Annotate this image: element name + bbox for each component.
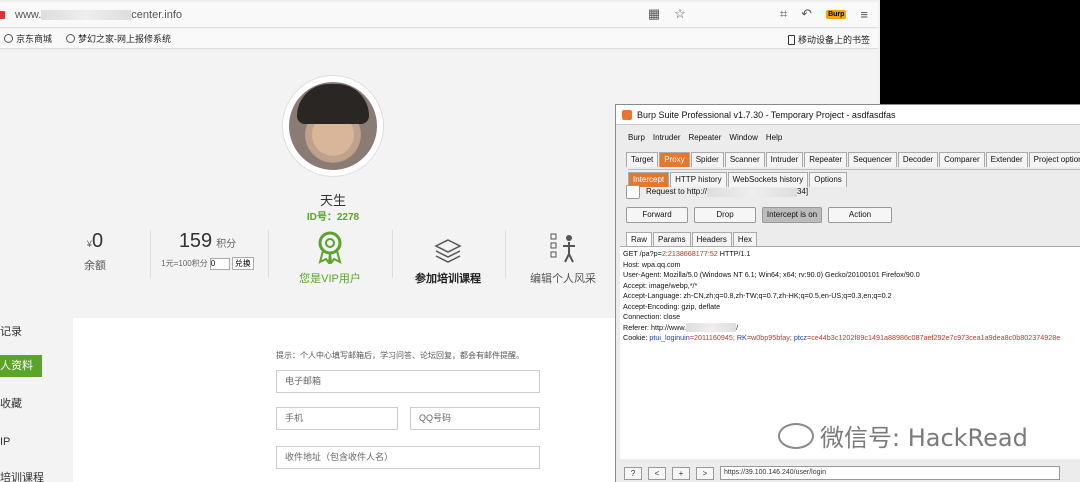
menu-icon[interactable]: ≡ [860,7,868,22]
user-id: ID号：2278 [306,212,360,223]
prev-button[interactable]: < [648,466,666,480]
menu-help[interactable]: Help [766,133,782,142]
email-field[interactable]: 电子邮箱 [276,370,540,393]
tab-extender[interactable]: Extender [985,152,1028,167]
next-button[interactable]: > [696,466,714,480]
help-button[interactable]: ? [624,466,642,480]
back-arrow-icon[interactable]: ↶ [801,6,812,22]
drop-button[interactable]: Drop [694,207,756,223]
message-view-tabs: Raw Params Headers Hex [626,229,758,247]
intercept-toggle-button[interactable]: Intercept is on [762,207,822,223]
bookmark-repair[interactable]: 梦幻之家-网上报修系统 [66,32,171,45]
address-bar[interactable]: www. center.info ▦ ☆ ⌗ ↶ Burp ≡ [0,2,878,28]
exchange-button[interactable]: 兑换 [231,257,254,270]
menu-window[interactable]: Window [729,133,757,142]
sidebar: 记录 人资料 收藏 IP 培训课程 [0,315,72,482]
tab-project-options[interactable]: Project options [1028,152,1080,167]
search-bar: ? < + > https://39.100.146.240/user/logi… [624,466,1060,480]
address-field[interactable]: 收件地址（包含收件人名） [276,446,540,469]
tab-target[interactable]: Target [626,152,659,167]
tab-intruder[interactable]: Intruder [765,152,804,167]
tab-sequencer[interactable]: Sequencer [848,152,897,167]
favicon-icon [0,10,5,19]
phone-field[interactable]: 手机 [276,407,398,430]
mobile-bookmarks[interactable]: 移动设备上的书签 [787,33,870,46]
sidebar-item-training[interactable]: 培训课程 [0,467,72,482]
search-input[interactable]: https://39.100.146.240/user/login [720,466,1060,480]
burp-logo-icon [622,109,632,120]
tab-raw[interactable]: Raw [626,232,653,247]
vip-badge[interactable]: 您是VIP用户 [275,230,385,286]
qq-field[interactable]: QQ号码 [410,407,540,430]
watermark: 微信号: HackRead [778,418,1028,453]
edit-style-link[interactable]: 编辑个人风采 [508,230,618,286]
tab-hex[interactable]: Hex [732,232,758,247]
points-input[interactable] [209,257,230,270]
checklist-person-icon [508,230,618,264]
action-button[interactable]: Action [828,207,892,223]
burp-menu-bar: Burp Intruder Repeater Window Help [616,129,1080,145]
burp-title-bar: Burp Suite Professional v1.7.30 - Tempor… [616,105,1080,125]
menu-repeater[interactable]: Repeater [688,133,721,142]
points-stat: 159积分 1元=100积分兑换 [155,230,260,270]
edit-pencil-icon[interactable] [626,185,640,199]
balance-stat: ¥0 余额 [84,230,106,272]
qr-code-icon[interactable]: ▦ [648,6,660,22]
sidebar-item-records[interactable]: 记录 [0,321,72,343]
tab-comparer[interactable]: Comparer [939,152,985,167]
vip-medal-icon [275,230,385,264]
training-link[interactable]: 参加培训课程 [393,230,503,286]
tab-headers[interactable]: Headers [691,232,732,247]
bookmark-jd[interactable]: 京东商城 [4,32,52,45]
redacted-url [41,9,132,20]
layers-icon [393,230,503,264]
form-hint: 提示：个人中心填写邮箱后，学习问答、论坛回复，都会有邮件提醒。 [276,351,524,360]
bookmarks-bar: 京东商城 梦幻之家-网上报修系统 移动设备上的书签 [0,29,878,49]
tab-decoder[interactable]: Decoder [897,152,939,167]
request-target: Request to http://34] [626,185,808,199]
bookmark-star-icon[interactable]: ☆ [674,6,686,22]
sidebar-item-profile[interactable]: 人资料 [0,355,42,377]
menu-burp[interactable]: Burp [628,133,645,142]
avatar[interactable] [282,75,384,177]
crop-icon[interactable]: ⌗ [780,6,787,22]
tab-scanner[interactable]: Scanner [724,152,765,167]
username: 天生 [319,193,346,208]
tab-params[interactable]: Params [653,232,691,247]
menu-intruder[interactable]: Intruder [653,133,681,142]
sidebar-item-vip[interactable]: IP [0,431,72,453]
burp-extension-button[interactable]: Burp [826,9,847,19]
tab-proxy[interactable]: Proxy [659,152,690,167]
globe-icon [66,34,76,43]
add-button[interactable]: + [672,466,690,480]
burp-main-tabs: Target Proxy Spider Scanner Intruder Rep… [626,149,1080,167]
tab-spider[interactable]: Spider [690,152,724,167]
sidebar-item-favorites[interactable]: 收藏 [0,393,72,415]
phone-icon [787,34,795,45]
globe-icon [4,34,13,43]
tab-options[interactable]: Options [809,172,847,187]
forward-button[interactable]: Forward [626,207,688,223]
wechat-icon [778,422,814,449]
url-text[interactable]: www. center.info [15,9,182,21]
tab-repeater[interactable]: Repeater [804,152,848,167]
